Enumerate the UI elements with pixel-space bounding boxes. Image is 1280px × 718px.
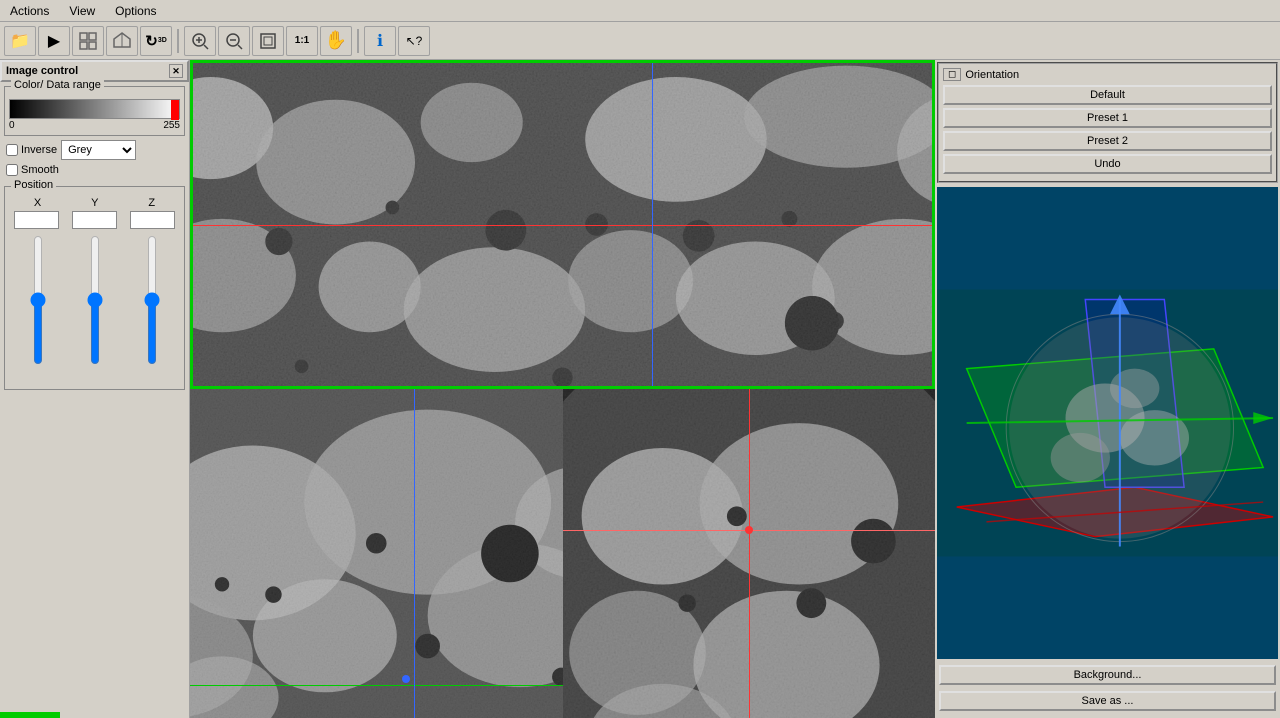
z-label: Z — [148, 197, 155, 209]
position-section-legend: Position — [11, 179, 56, 191]
viewer-bottom-right[interactable] — [563, 389, 936, 718]
save-btn[interactable]: Save as ... — [939, 691, 1276, 711]
orientation-undo-btn[interactable]: Undo — [943, 154, 1272, 174]
panel-close-button[interactable]: ✕ — [169, 64, 183, 78]
viewer-bottom-left-image — [190, 389, 563, 718]
right-panel: ◻ Orientation Default Preset 1 Preset 2 … — [935, 60, 1280, 718]
onetoone-button[interactable]: 1:1 — [286, 26, 318, 56]
smooth-checkbox[interactable] — [6, 164, 18, 176]
color-range-min: 0 — [9, 120, 15, 131]
inverse-checkbox[interactable] — [6, 144, 18, 156]
viewer-top[interactable] — [190, 60, 935, 389]
inverse-row: Inverse Grey Hot Jet Rainbow — [6, 140, 183, 160]
orientation-panel: ◻ Orientation Default Preset 1 Preset 2 … — [937, 62, 1278, 183]
color-range-thumb[interactable] — [171, 100, 179, 120]
viewer-3d-svg — [937, 187, 1278, 659]
cursor-help-button[interactable]: ↖? — [398, 26, 430, 56]
progress-bar — [0, 712, 60, 718]
color-range-max: 255 — [163, 120, 180, 131]
play-button[interactable]: ▶ — [38, 26, 70, 56]
y-label: Y — [91, 197, 98, 209]
viewer-top-image — [190, 60, 935, 389]
x-input[interactable]: 1535 — [14, 211, 59, 229]
inverse-label[interactable]: Inverse — [6, 144, 57, 156]
y-slider-container — [85, 235, 105, 385]
viewer3d-controls: Background... Save as ... — [935, 661, 1280, 718]
panel-title: Image control — [6, 65, 78, 77]
info-button[interactable]: ℹ — [364, 26, 396, 56]
separator-2 — [357, 29, 359, 53]
position-labels: X Y Z — [9, 197, 180, 209]
rotate3d-button[interactable]: ↻3D — [140, 26, 172, 56]
menu-view[interactable]: View — [63, 3, 101, 19]
color-section-legend: Color/ Data range — [11, 79, 104, 91]
viewer-bottom-right-image — [563, 389, 936, 718]
bottom-right-point — [745, 526, 753, 534]
smooth-row: Smooth — [6, 164, 183, 176]
z-slider-container — [142, 235, 162, 385]
pan-button[interactable]: ✋ — [320, 26, 352, 56]
color-range-labels: 0 255 — [9, 120, 180, 131]
menu-actions[interactable]: Actions — [4, 3, 55, 19]
transform-button[interactable] — [106, 26, 138, 56]
orientation-default-btn[interactable]: Default — [943, 85, 1272, 105]
image-control-panel: Image control ✕ Color/ Data range 0 255 … — [0, 60, 190, 718]
orientation-title: Orientation — [965, 69, 1019, 81]
y-slider[interactable] — [85, 235, 105, 365]
x-slider[interactable] — [28, 235, 48, 365]
position-sliders — [9, 235, 180, 385]
toolbar: 📁 ▶ ↻3D 1:1 ✋ ℹ ↖? — [0, 22, 1280, 60]
x-slider-container — [28, 235, 48, 385]
position-inputs: 1535 1535 1002 — [9, 211, 180, 229]
colormap-select[interactable]: Grey Hot Jet Rainbow — [61, 140, 136, 160]
color-range-bar[interactable] — [9, 99, 180, 119]
zoom-in-button[interactable] — [184, 26, 216, 56]
separator-1 — [177, 29, 179, 53]
viewers-area — [190, 60, 935, 718]
main-layout: Image control ✕ Color/ Data range 0 255 … — [0, 60, 1280, 718]
fit-button[interactable] — [252, 26, 284, 56]
zoom-out-button[interactable] — [218, 26, 250, 56]
z-input[interactable]: 1002 — [130, 211, 175, 229]
y-input[interactable]: 1535 — [72, 211, 117, 229]
open-folder-button[interactable]: 📁 — [4, 26, 36, 56]
bottom-left-point — [402, 675, 410, 683]
smooth-label[interactable]: Smooth — [6, 164, 59, 176]
grid-button[interactable] — [72, 26, 104, 56]
x-label: X — [34, 197, 41, 209]
viewer-bottom-left[interactable] — [190, 389, 563, 718]
orientation-preset2-btn[interactable]: Preset 2 — [943, 131, 1272, 151]
z-slider[interactable] — [142, 235, 162, 365]
menubar: Actions View Options — [0, 0, 1280, 22]
viewer-3d[interactable] — [937, 187, 1278, 659]
background-btn[interactable]: Background... — [939, 665, 1276, 685]
menu-options[interactable]: Options — [109, 3, 162, 19]
color-section: Color/ Data range 0 255 — [4, 86, 185, 136]
position-section: Position X Y Z 1535 1535 1002 — [4, 186, 185, 390]
orientation-preset1-btn[interactable]: Preset 1 — [943, 108, 1272, 128]
